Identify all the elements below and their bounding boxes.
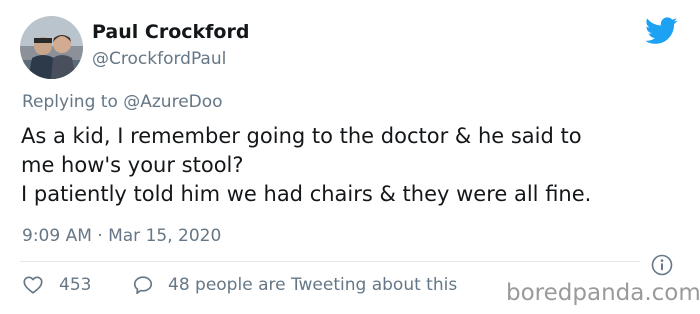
tweet-body-line: I patiently told him we had chairs & the… [21, 182, 592, 206]
watermark: boredpanda.com [506, 280, 700, 306]
tweet-card: Paul Crockford @CrockfordPaul Replying t… [0, 0, 700, 314]
divider [20, 261, 640, 262]
replying-to-line: Replying to @AzureDoo [22, 92, 223, 112]
like-button[interactable]: 453 [22, 274, 91, 296]
replying-to-prefix: Replying to [22, 92, 124, 112]
avatar[interactable] [20, 16, 83, 79]
replying-to-mention-link[interactable]: @AzureDoo [123, 92, 222, 112]
twitter-bird-icon[interactable] [645, 17, 678, 45]
tweet-body-line: As a kid, I remember going to the doctor… [21, 124, 582, 148]
tweet-timestamp[interactable]: 9:09 AM · Mar 15, 2020 [22, 226, 221, 246]
tweeting-about-this-text: 48 people are Tweeting about this [168, 275, 458, 295]
speech-bubble-icon [133, 276, 153, 295]
author-handle[interactable]: @CrockfordPaul [92, 49, 226, 69]
tweeting-about-this-link[interactable]: 48 people are Tweeting about this [132, 274, 457, 296]
tweet-body-line: me how's your stool? [21, 153, 244, 177]
like-count: 453 [59, 275, 92, 295]
tweet-body: As a kid, I remember going to the doctor… [21, 122, 691, 209]
heart-icon [23, 276, 43, 294]
info-icon[interactable] [651, 254, 673, 276]
avatar-photo-icon [20, 16, 83, 79]
author-display-name[interactable]: Paul Crockford [92, 21, 249, 43]
